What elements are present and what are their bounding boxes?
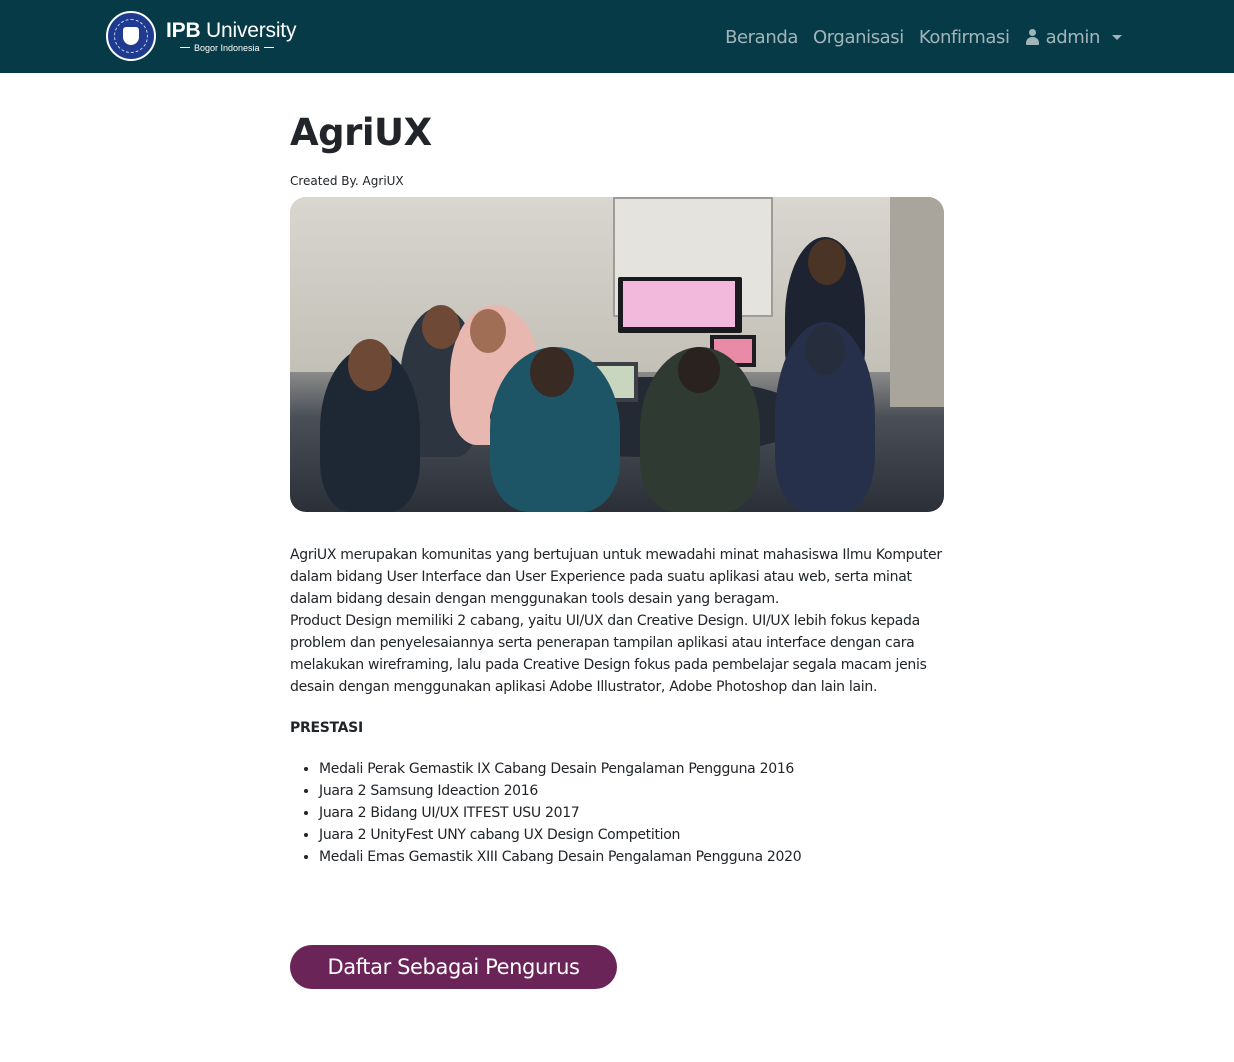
user-icon [1025, 29, 1040, 45]
brand-text: IPB University Bogor Indonesia [166, 18, 297, 53]
list-item: Juara 2 Bidang UI/UX ITFEST USU 2017 [319, 802, 944, 824]
user-dropdown-toggle[interactable]: admin [1025, 27, 1122, 48]
nav-link-konfirmasi[interactable]: Konfirmasi [919, 27, 1010, 48]
nav-link-beranda[interactable]: Beranda [725, 27, 798, 48]
navbar: IPB University Bogor Indonesia Beranda O… [0, 0, 1234, 73]
ipb-seal-icon [106, 11, 156, 61]
brand-title: IPB University [166, 18, 297, 42]
daftar-pengurus-button[interactable]: Daftar Sebagai Pengurus [290, 945, 617, 989]
description-paragraph: Product Design memiliki 2 cabang, yaitu … [290, 613, 927, 695]
created-by: Created By. AgriUX [290, 174, 404, 188]
caret-down-icon [1112, 34, 1122, 40]
list-item: Medali Perak Gemastik IX Cabang Desain P… [319, 758, 944, 780]
prestasi-heading: PRESTASI [290, 720, 363, 736]
user-name: admin [1045, 26, 1101, 48]
brand-logo-link[interactable]: IPB University Bogor Indonesia [106, 11, 296, 61]
organization-description: AgriUX merupakan komunitas yang bertujua… [290, 544, 944, 698]
list-item: Juara 2 Samsung Ideaction 2016 [319, 780, 944, 802]
page-title: AgriUX [290, 111, 432, 154]
organization-photo [290, 197, 944, 512]
brand-subtitle: Bogor Indonesia [166, 43, 296, 53]
list-item: Juara 2 UnityFest UNY cabang UX Design C… [319, 824, 944, 846]
organization-detail: AgriUX Created By. AgriUX AgriUX merupak… [290, 110, 944, 868]
nav-link-organisasi[interactable]: Organisasi [813, 27, 904, 48]
prestasi-list: Medali Perak Gemastik IX Cabang Desain P… [290, 758, 944, 868]
description-paragraph: AgriUX merupakan komunitas yang bertujua… [290, 547, 942, 607]
nav-menu: Beranda Organisasi Konfirmasi admin [725, 22, 1122, 52]
list-item: Medali Emas Gemastik XIII Cabang Desain … [319, 846, 944, 868]
